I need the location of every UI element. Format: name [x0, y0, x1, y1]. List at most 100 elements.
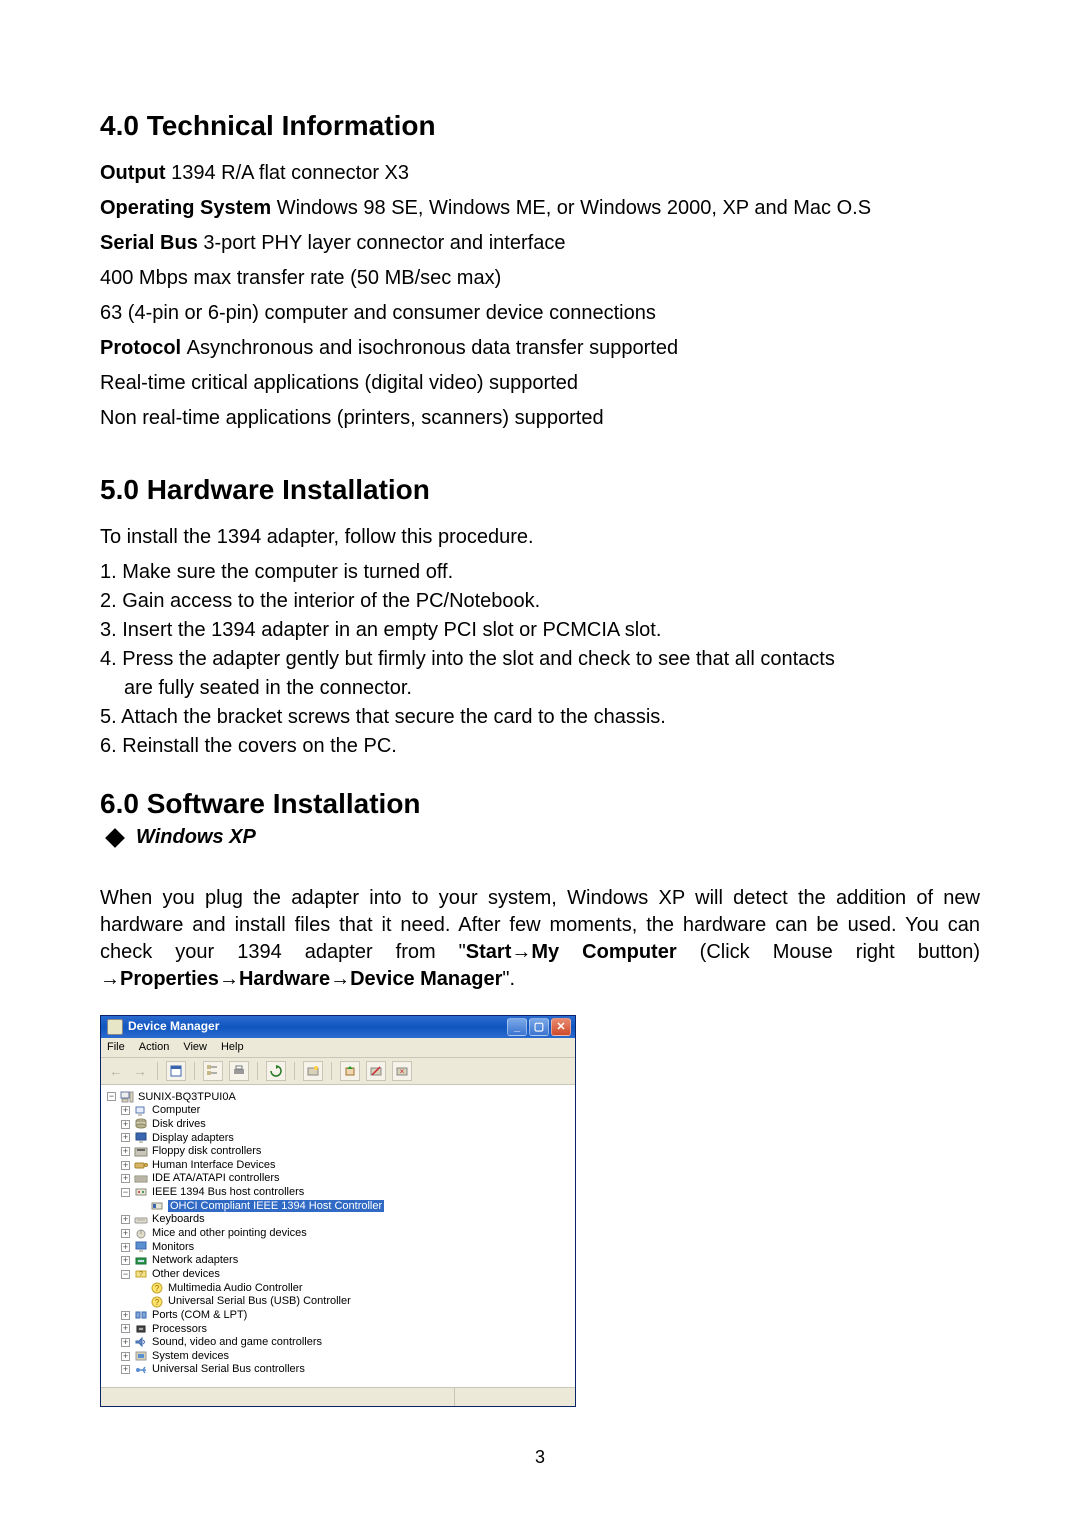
tree-node[interactable]: OHCI Compliant IEEE 1394 Host Controller: [107, 1200, 569, 1214]
spec-line: Output 1394 R/A flat connector X3: [100, 160, 980, 187]
network-icon: [134, 1255, 148, 1267]
tree-node[interactable]: + Mice and other pointing devices: [107, 1227, 569, 1241]
step-item: 2. Gain access to the interior of the PC…: [100, 588, 980, 615]
dm-title: Device Manager: [128, 1020, 505, 1034]
expand-icon[interactable]: +: [121, 1324, 130, 1333]
step-item: 1. Make sure the computer is turned off.: [100, 559, 980, 586]
expand-icon[interactable]: +: [121, 1365, 130, 1374]
tree-node[interactable]: ? Universal Serial Bus (USB) Controller: [107, 1295, 569, 1309]
menu-item[interactable]: Action: [139, 1041, 170, 1054]
tree-node[interactable]: ? Multimedia Audio Controller: [107, 1282, 569, 1296]
section-6-paragraph: When you plug the adapter into to your s…: [100, 885, 980, 993]
tree-node[interactable]: −?Other devices: [107, 1268, 569, 1282]
tree-node-label: Ports (COM & LPT): [152, 1309, 247, 1322]
tree-node[interactable]: + Computer: [107, 1104, 569, 1118]
scan-hardware-icon[interactable]: [303, 1061, 323, 1081]
refresh-icon[interactable]: [266, 1061, 286, 1081]
collapse-icon[interactable]: −: [107, 1092, 116, 1101]
expand-icon[interactable]: +: [121, 1338, 130, 1347]
collapse-icon[interactable]: −: [121, 1270, 130, 1279]
expand-icon[interactable]: +: [121, 1120, 130, 1129]
tree-node[interactable]: +Human Interface Devices: [107, 1159, 569, 1173]
dm-statusbar: [101, 1387, 575, 1406]
section-4-title: 4.0 Technical Information: [100, 110, 980, 142]
expand-icon[interactable]: +: [121, 1311, 130, 1320]
tree-node[interactable]: + Sound, video and game controllers: [107, 1336, 569, 1350]
menu-item[interactable]: File: [107, 1041, 125, 1054]
computer-root-icon: [120, 1091, 134, 1103]
expand-icon[interactable]: +: [121, 1352, 130, 1361]
print-icon[interactable]: [229, 1061, 249, 1081]
subhead-windows-xp: Windows XP: [136, 826, 256, 849]
dm-tree[interactable]: − SUNIX-BQ3TPUI0A +Computer+Disk drives+…: [101, 1085, 575, 1387]
uninstall-icon[interactable]: ×: [392, 1061, 412, 1081]
disable-icon[interactable]: [366, 1061, 386, 1081]
page: 4.0 Technical Information Output 1394 R/…: [0, 0, 1080, 1508]
expand-icon[interactable]: +: [121, 1174, 130, 1183]
expand-icon[interactable]: +: [121, 1106, 130, 1115]
dm-menubar[interactable]: File Action View Help: [101, 1038, 575, 1058]
tree-node[interactable]: +System devices: [107, 1350, 569, 1364]
device-manager-window: Device Manager _ ▢ ✕ FileActionViewHelp …: [100, 1015, 576, 1407]
close-icon[interactable]: ✕: [551, 1018, 571, 1036]
tree-view-icon[interactable]: [203, 1061, 223, 1081]
maximize-icon[interactable]: ▢: [529, 1018, 549, 1036]
sound-icon: [134, 1336, 148, 1348]
tree-node[interactable]: −IEEE 1394 Bus host controllers: [107, 1186, 569, 1200]
expand-icon[interactable]: +: [121, 1229, 130, 1238]
tree-node[interactable]: + Processors: [107, 1323, 569, 1337]
ports-icon: [134, 1309, 148, 1321]
spec-line: Non real-time applications (printers, sc…: [100, 405, 980, 432]
section-4-body: Output 1394 R/A flat connector X3 Operati…: [100, 160, 980, 432]
minimize-icon[interactable]: _: [507, 1018, 527, 1036]
ide-icon: [134, 1173, 148, 1185]
menu-item[interactable]: View: [183, 1041, 207, 1054]
properties-icon[interactable]: [166, 1061, 186, 1081]
tree-node-label: Multimedia Audio Controller: [168, 1282, 303, 1295]
update-driver-icon[interactable]: [340, 1061, 360, 1081]
tree-node[interactable]: + Universal Serial Bus controllers: [107, 1363, 569, 1377]
expand-icon[interactable]: +: [121, 1243, 130, 1252]
tree-node-label: Mice and other pointing devices: [152, 1227, 307, 1240]
expand-icon[interactable]: +: [121, 1147, 130, 1156]
monitor-icon: [134, 1241, 148, 1253]
expand-icon[interactable]: +: [121, 1133, 130, 1142]
section-5-title: 5.0 Hardware Installation: [100, 474, 980, 506]
svg-text:?: ?: [155, 1284, 160, 1293]
page-number: 3: [100, 1447, 980, 1468]
forward-icon[interactable]: →: [131, 1063, 149, 1079]
step-item: 6. Reinstall the covers on the PC.: [100, 733, 980, 760]
tree-node-label: Sound, video and game controllers: [152, 1336, 322, 1349]
spec-line: Protocol Asynchronous and isochronous da…: [100, 335, 980, 362]
svg-text:?: ?: [155, 1298, 160, 1307]
collapse-icon[interactable]: −: [121, 1188, 130, 1197]
spec-line: Operating System Windows 98 SE, Windows …: [100, 195, 980, 222]
tree-node[interactable]: +Monitors: [107, 1241, 569, 1255]
tree-root-label: SUNIX-BQ3TPUI0A: [138, 1091, 236, 1104]
hid-icon: [134, 1159, 148, 1171]
menu-item[interactable]: Help: [221, 1041, 244, 1054]
mouse-icon: [134, 1227, 148, 1239]
tree-node[interactable]: +Disk drives: [107, 1118, 569, 1132]
system-icon: [134, 1350, 148, 1362]
tree-node[interactable]: + Display adapters: [107, 1132, 569, 1146]
tree-node[interactable]: +IDE ATA/ATAPI controllers: [107, 1172, 569, 1186]
tree-node[interactable]: + Ports (COM & LPT): [107, 1309, 569, 1323]
dm-titlebar[interactable]: Device Manager _ ▢ ✕: [101, 1016, 575, 1038]
tree-node[interactable]: +Network adapters: [107, 1254, 569, 1268]
tree-node-label: Universal Serial Bus controllers: [152, 1363, 305, 1376]
tree-root[interactable]: − SUNIX-BQ3TPUI0A: [107, 1091, 569, 1105]
back-icon[interactable]: ←: [107, 1063, 125, 1079]
expand-icon[interactable]: +: [121, 1256, 130, 1265]
disk-icon: [134, 1118, 148, 1130]
tree-node-label: Universal Serial Bus (USB) Controller: [168, 1295, 351, 1308]
tree-node-label: Display adapters: [152, 1132, 234, 1145]
tree-node[interactable]: +Keyboards: [107, 1213, 569, 1227]
svg-text:?: ?: [139, 1271, 143, 1278]
tree-node[interactable]: +Floppy disk controllers: [107, 1145, 569, 1159]
tree-node-label: Processors: [152, 1323, 207, 1336]
tree-node-label: Computer: [152, 1104, 200, 1117]
expand-icon[interactable]: +: [121, 1215, 130, 1224]
expand-icon[interactable]: +: [121, 1161, 130, 1170]
dm-toolbar[interactable]: ← →: [101, 1058, 575, 1085]
